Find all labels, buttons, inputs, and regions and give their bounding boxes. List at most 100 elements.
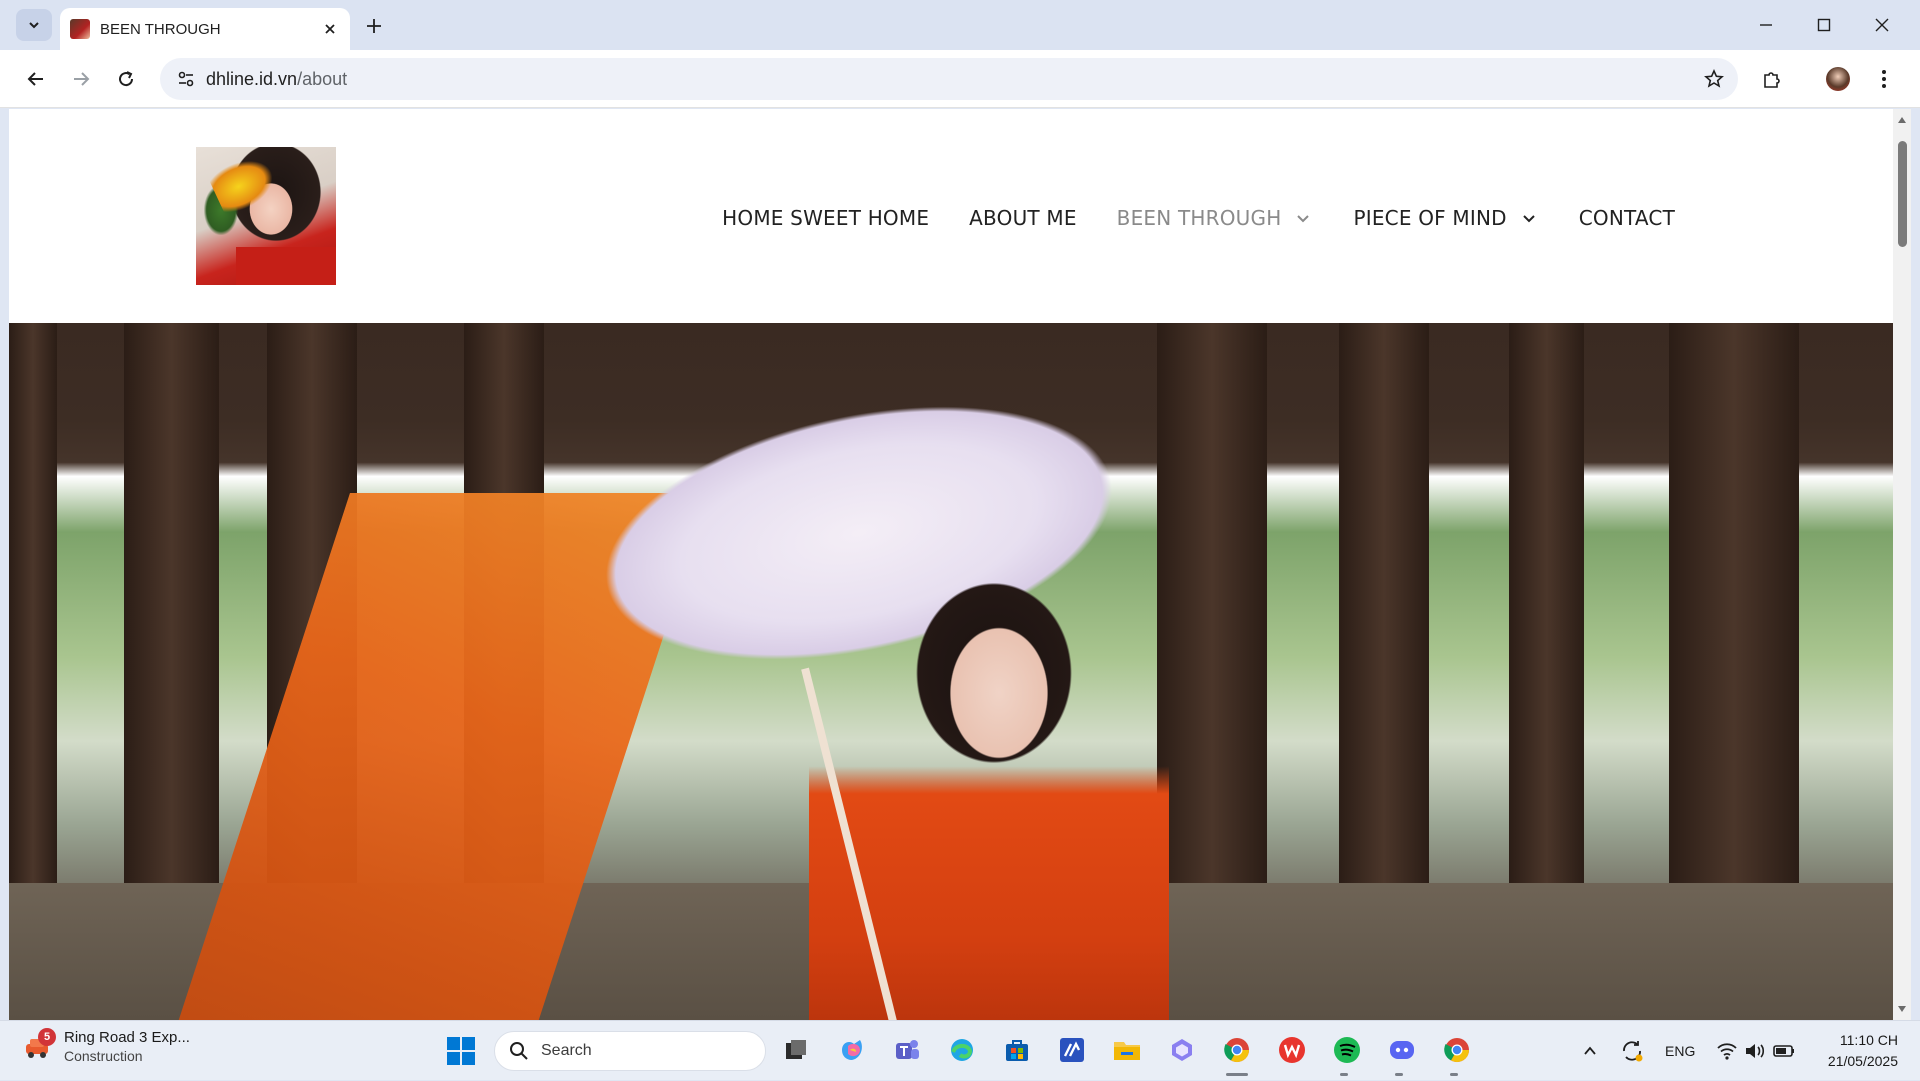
browser-menu-button[interactable] [1866,61,1902,97]
file-explorer-button[interactable] [1109,1032,1145,1068]
arrow-right-icon [74,72,90,86]
discord-running-indicator [1395,1073,1403,1076]
hero-person [809,573,1169,1020]
scroll-down-icon[interactable] [1897,1004,1907,1014]
address-bar[interactable]: dhline.id.vn/about [160,58,1738,100]
store-button[interactable] [999,1032,1035,1068]
nav-been-through[interactable]: BEEN THROUGH [1117,206,1314,230]
system-clock[interactable]: 11:10 CH 21/05/2025 [1828,1030,1898,1072]
nav-about-me[interactable]: ABOUT ME [969,206,1077,230]
page-scrollbar[interactable] [1893,109,1911,1020]
url-text: dhline.id.vn/about [206,69,347,90]
url-host: dhline.id.vn [206,68,298,89]
spotify-icon [1334,1037,1360,1063]
browser-toolbar: dhline.id.vn/about [0,50,1920,108]
profile-button[interactable] [1820,61,1856,97]
widget-badge: 5 [38,1027,56,1046]
teams-icon [896,1040,919,1059]
wps-office-icon [1279,1037,1305,1063]
discord-button[interactable] [1384,1032,1420,1068]
clock-time: 11:10 CH [1839,1032,1898,1048]
plus-icon [367,19,381,33]
edge-icon [951,1039,973,1061]
nav-piece-of-mind[interactable]: PIECE OF MIND [1353,206,1538,230]
nav-label: ABOUT ME [969,206,1077,230]
wps-office-button[interactable] [1274,1032,1310,1068]
input-language[interactable]: ENG [1665,1021,1695,1081]
close-window-button[interactable] [1860,8,1904,42]
show-hidden-icons-button[interactable] [1582,1021,1598,1081]
task-view-icon [786,1040,806,1059]
reload-icon [119,71,134,87]
chrome-profile-running-indicator [1450,1073,1458,1076]
main-nav: HOME SWEET HOME ABOUT ME BEEN THROUGH PI… [682,204,1675,232]
windows-icon [447,1037,475,1065]
chevron-up-icon [1584,1046,1596,1055]
taskbar-search[interactable]: Search [494,1031,766,1071]
spotify-button[interactable] [1329,1032,1365,1068]
chevron-down-icon [29,22,39,29]
start-button[interactable] [445,1035,477,1067]
tab-title: BEEN THROUGH [100,20,221,38]
nav-contact[interactable]: CONTACT [1579,206,1675,230]
site-logo[interactable] [196,147,336,285]
chrome-icon [1224,1038,1249,1063]
copilot-app-icon [1172,1039,1192,1061]
tab-search-button[interactable] [16,9,52,41]
close-icon [325,24,335,34]
edge-button[interactable] [944,1032,980,1068]
scroll-thumb[interactable] [1898,141,1907,247]
folder-icon [1114,1042,1140,1060]
back-button[interactable] [18,61,54,97]
weather-widget[interactable]: 5 Ring Road 3 Exp... Construction [22,1027,190,1064]
url-path: /about [297,68,348,89]
visual-studio-icon [1060,1038,1084,1062]
nav-label: CONTACT [1578,206,1675,230]
teams-button[interactable] [889,1032,925,1068]
avatar [1826,67,1850,91]
forward-button[interactable] [63,61,99,97]
sync-icon [1623,1041,1643,1062]
tune-icon [178,71,194,87]
task-view-button[interactable] [778,1032,814,1068]
chrome-active-indicator [1226,1073,1248,1076]
site-info-button[interactable] [166,58,206,100]
extensions-button[interactable] [1754,61,1790,97]
page-viewport: HOME SWEET HOME ABOUT ME BEEN THROUGH PI… [9,109,1893,1020]
nav-label: PIECE OF MIND [1353,206,1507,230]
minimize-icon [1760,24,1772,26]
volume-icon [1746,1044,1765,1058]
arrow-left-icon [27,72,43,86]
sync-status[interactable] [1620,1021,1644,1081]
visual-studio-button[interactable] [1054,1032,1090,1068]
widget-subtitle: Construction [64,1048,143,1064]
new-tab-button[interactable] [360,12,388,40]
close-icon [1875,18,1889,32]
chrome-icon [1444,1038,1469,1063]
active-tab[interactable]: BEEN THROUGH [60,8,350,50]
chrome-profile-button[interactable] [1439,1032,1475,1068]
tab-close-button[interactable] [320,19,340,39]
puzzle-icon [1764,72,1780,88]
minimize-button[interactable] [1744,8,1788,42]
network-volume-battery[interactable] [1716,1021,1796,1081]
scroll-up-icon[interactable] [1897,115,1907,125]
taskbar-search-text: Search [541,1042,592,1059]
nav-home-sweet-home[interactable]: HOME SWEET HOME [722,206,929,230]
clock-date: 21/05/2025 [1827,1053,1898,1069]
copilot-icon [842,1040,862,1060]
more-vert-icon [1882,70,1886,88]
maximize-button[interactable] [1802,8,1846,42]
reload-button[interactable] [108,61,144,97]
maximize-icon [1817,18,1831,32]
chrome-button[interactable] [1219,1032,1255,1068]
taskbar: 5 Ring Road 3 Exp... Construction Search [0,1020,1920,1080]
traffic-icon: 5 [22,1027,56,1062]
spotify-running-indicator [1340,1073,1348,1076]
copilot-app-button[interactable] [1164,1032,1200,1068]
store-icon [1006,1040,1028,1061]
site-header: HOME SWEET HOME ABOUT ME BEEN THROUGH PI… [9,109,1893,323]
bookmark-button[interactable] [1702,67,1726,91]
copilot-button[interactable] [834,1032,870,1068]
search-icon [510,1042,528,1060]
